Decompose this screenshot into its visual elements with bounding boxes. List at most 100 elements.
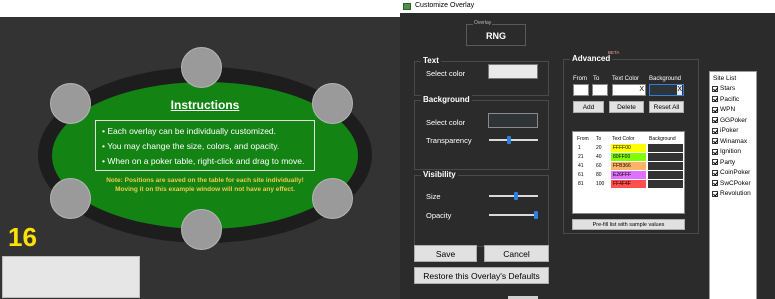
- background-color-swatch[interactable]: [488, 113, 538, 128]
- rule-from: 61: [578, 172, 584, 178]
- to-input[interactable]: [592, 84, 608, 96]
- clear-text-color-button[interactable]: X: [639, 85, 644, 95]
- site-item[interactable]: Party: [712, 158, 735, 167]
- site-checkbox[interactable]: [712, 169, 718, 176]
- opacity-slider-thumb[interactable]: [534, 211, 538, 219]
- rule-text-color: 80FF00: [611, 153, 646, 161]
- site-label: WPN: [720, 106, 736, 113]
- instruction-text: When on a poker table, right-click and d…: [107, 156, 305, 166]
- site-label: Stars: [720, 85, 736, 92]
- rule-text-color: E26FFF: [611, 171, 646, 179]
- rule-background-color: [648, 144, 683, 152]
- site-item[interactable]: Stars: [712, 84, 735, 93]
- text-select-color-label: Select color: [426, 69, 466, 78]
- seat-upper-left: [50, 83, 91, 124]
- site-checkbox[interactable]: [712, 159, 718, 165]
- overlay-legend: Overlay: [473, 20, 493, 26]
- seat-top: [181, 47, 222, 88]
- customize-overlay-window: Customize Overlay Overlay RNG Text Selec…: [400, 0, 775, 299]
- table-preview-window: Instructions • Each overlay can be indiv…: [0, 0, 400, 299]
- instruction-item: • When on a poker table, right-click and…: [102, 156, 305, 166]
- text-color-swatch[interactable]: [488, 64, 538, 79]
- list-from-header: From: [577, 136, 589, 142]
- opacity-slider[interactable]: [489, 214, 538, 216]
- size-slider-thumb[interactable]: [513, 192, 518, 200]
- site-item[interactable]: Winamax: [712, 137, 747, 146]
- rule-from: 21: [578, 154, 584, 160]
- instruction-item: • You may change the size, colors, and o…: [102, 141, 280, 151]
- overlay-preview-number[interactable]: 16: [8, 222, 37, 253]
- note-line: Moving it on this example window will no…: [115, 186, 295, 193]
- site-item[interactable]: GGPoker: [712, 116, 747, 125]
- transparency-label: Transparency: [426, 136, 472, 145]
- seat-bottom: [181, 209, 222, 250]
- rule-from: 1: [578, 145, 581, 151]
- site-checkbox[interactable]: [712, 180, 718, 186]
- rule-to: 40: [596, 154, 602, 160]
- rule-to: 80: [596, 172, 602, 178]
- overlay-group: Overlay RNG: [466, 20, 526, 46]
- rule-text-color: FF4F4F: [611, 180, 646, 188]
- prefill-button[interactable]: Pre-fill list with sample values: [572, 219, 685, 230]
- rule-background-color: [648, 162, 683, 170]
- cancel-button[interactable]: Cancel: [484, 245, 549, 262]
- site-item[interactable]: Pacific: [712, 95, 739, 104]
- seat-upper-right: [312, 83, 353, 124]
- site-item[interactable]: CoinPoker: [712, 168, 750, 177]
- background-group: Background: [414, 95, 549, 170]
- window-title: Customize Overlay: [415, 2, 475, 9]
- color-rules-list[interactable]: From To Text Color Background 1 20 FFFF00 2…: [572, 131, 685, 214]
- site-item[interactable]: SwCPoker: [712, 179, 751, 188]
- site-label: Revolution: [720, 190, 751, 197]
- delete-button[interactable]: Delete: [609, 101, 644, 113]
- restore-defaults-button[interactable]: Restore this Overlay's Defaults: [414, 267, 549, 284]
- site-checkbox[interactable]: [712, 190, 718, 197]
- from-input[interactable]: [573, 84, 589, 96]
- site-label: SwCPoker: [720, 179, 751, 187]
- list-to-header: To: [596, 136, 602, 142]
- opacity-label: Opacity: [426, 211, 452, 220]
- window-body: Overlay RNG Text Select color Background…: [400, 13, 775, 299]
- background-select-color-label: Select color: [426, 118, 466, 127]
- note-line: Note: Positions are saved on the table f…: [106, 177, 304, 184]
- to-header: To: [593, 76, 600, 82]
- site-checkbox[interactable]: [712, 85, 718, 92]
- site-item[interactable]: iPoker: [712, 126, 738, 135]
- advanced-legend: Advanced: [570, 54, 613, 63]
- site-label: GGPoker: [720, 116, 748, 124]
- site-checkbox[interactable]: [712, 96, 718, 102]
- site-list[interactable]: Site List Stars Pacific WPN GGPoker iPoker Wi…: [709, 71, 757, 299]
- site-checkbox[interactable]: [712, 106, 718, 113]
- rule-to: 60: [596, 163, 602, 169]
- save-button[interactable]: Save: [414, 245, 477, 262]
- instruction-item: • Each overlay can be individually custo…: [102, 126, 277, 136]
- transparency-slider-thumb[interactable]: [507, 136, 511, 144]
- instruction-text: You may change the size, colors, and opa…: [107, 141, 280, 151]
- text-color-input[interactable]: X: [612, 84, 646, 96]
- site-checkbox[interactable]: [712, 117, 718, 123]
- instructions-box: • Each overlay can be individually custo…: [95, 120, 315, 171]
- site-item[interactable]: Ignition: [712, 147, 741, 156]
- background-color-input[interactable]: X: [649, 84, 684, 96]
- reset-all-button[interactable]: Reset All: [649, 101, 684, 113]
- list-background-header: Background: [649, 136, 676, 142]
- site-item[interactable]: WPN: [712, 105, 735, 114]
- clear-background-button[interactable]: X: [677, 85, 682, 95]
- add-button[interactable]: Add: [573, 101, 604, 113]
- size-label: Size: [426, 192, 441, 201]
- player-box: [2, 256, 140, 298]
- title-bar[interactable]: Customize Overlay: [400, 0, 775, 13]
- rule-text-color: FFFF00: [611, 144, 646, 152]
- from-header: From: [573, 76, 587, 82]
- beta-badge: BETA: [608, 50, 620, 55]
- site-label: iPoker: [720, 127, 739, 134]
- visibility-legend: Visibility: [421, 170, 458, 179]
- site-checkbox[interactable]: [712, 138, 718, 144]
- overlay-name: RNG: [486, 31, 506, 41]
- transparency-slider[interactable]: [489, 139, 538, 141]
- text-legend: Text: [421, 56, 441, 65]
- site-checkbox[interactable]: [712, 127, 718, 134]
- site-label: Winamax: [720, 137, 748, 145]
- site-item[interactable]: Revolution: [712, 189, 751, 198]
- site-checkbox[interactable]: [712, 148, 718, 155]
